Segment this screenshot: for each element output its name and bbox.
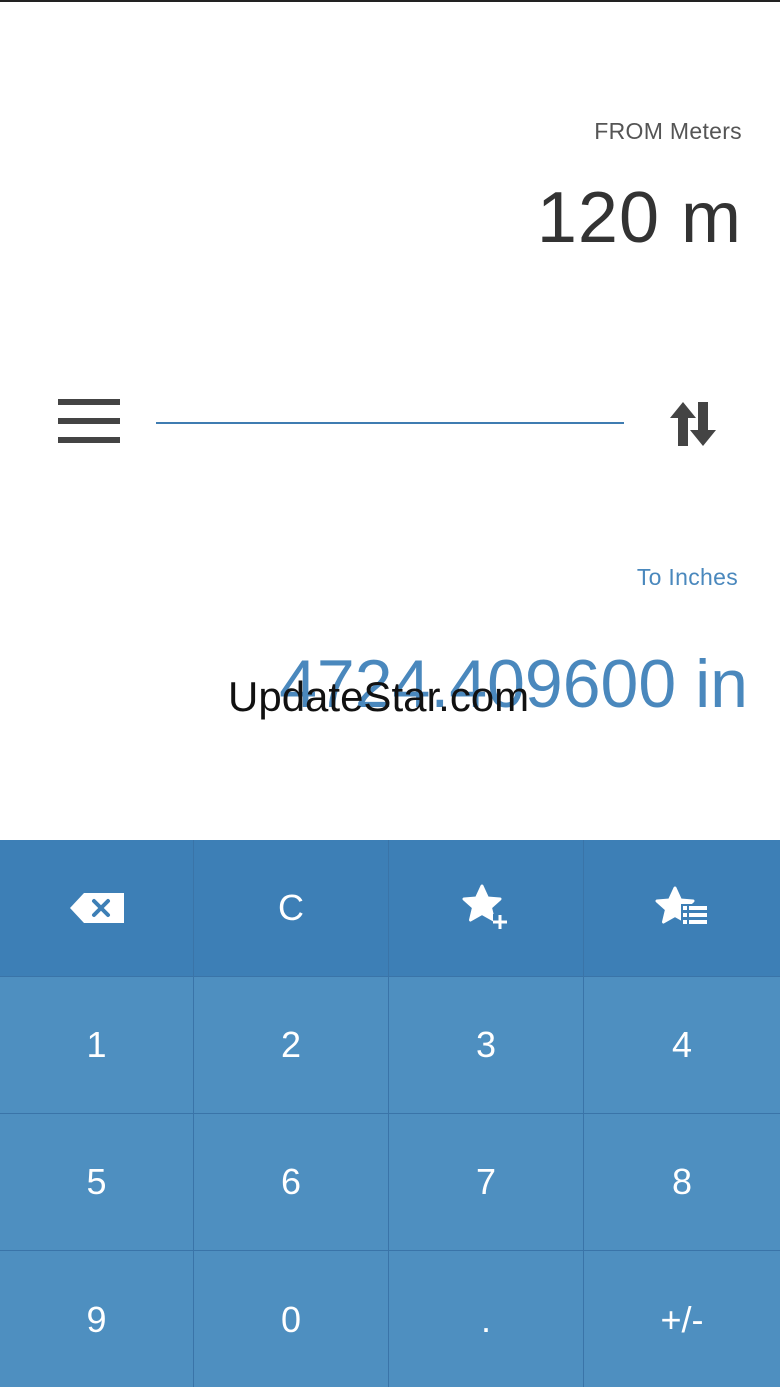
key-0[interactable]: 0	[194, 1251, 389, 1387]
key-9[interactable]: 9	[0, 1251, 194, 1387]
star-list-icon	[655, 886, 709, 926]
key-6[interactable]: 6	[194, 1114, 389, 1251]
watermark-text: UpdateStar.com	[228, 673, 530, 720]
key-7[interactable]: 7	[389, 1114, 584, 1251]
backspace-icon	[69, 893, 124, 923]
keypad: C 1 2 3 4 5 6 7 8 9 0 . +/-	[0, 840, 780, 1387]
key-sign-toggle[interactable]: +/-	[584, 1251, 780, 1387]
swap-units-icon[interactable]	[664, 396, 720, 452]
key-2[interactable]: 2	[194, 977, 389, 1114]
clear-button[interactable]: C	[194, 840, 389, 977]
key-5[interactable]: 5	[0, 1114, 194, 1251]
key-1[interactable]: 1	[0, 977, 194, 1114]
unit-converter-app: FROM Meters 120 m To Inches 4724.409600 …	[0, 0, 780, 1387]
divider-line	[156, 422, 624, 424]
key-decimal[interactable]: .	[389, 1251, 584, 1387]
key-4[interactable]: 4	[584, 977, 780, 1114]
menu-icon[interactable]	[58, 397, 120, 447]
menu-bar	[58, 418, 120, 424]
menu-bar	[58, 399, 120, 405]
favorites-list-button[interactable]	[584, 840, 780, 977]
to-unit-label[interactable]: To Inches	[637, 564, 738, 591]
from-value-display[interactable]: 120 m	[537, 182, 742, 254]
add-favorite-button[interactable]	[389, 840, 584, 977]
key-8[interactable]: 8	[584, 1114, 780, 1251]
from-unit-label[interactable]: FROM Meters	[594, 118, 742, 145]
backspace-button[interactable]	[0, 840, 194, 977]
menu-bar	[58, 437, 120, 443]
key-3[interactable]: 3	[389, 977, 584, 1114]
star-plus-icon	[462, 884, 507, 929]
